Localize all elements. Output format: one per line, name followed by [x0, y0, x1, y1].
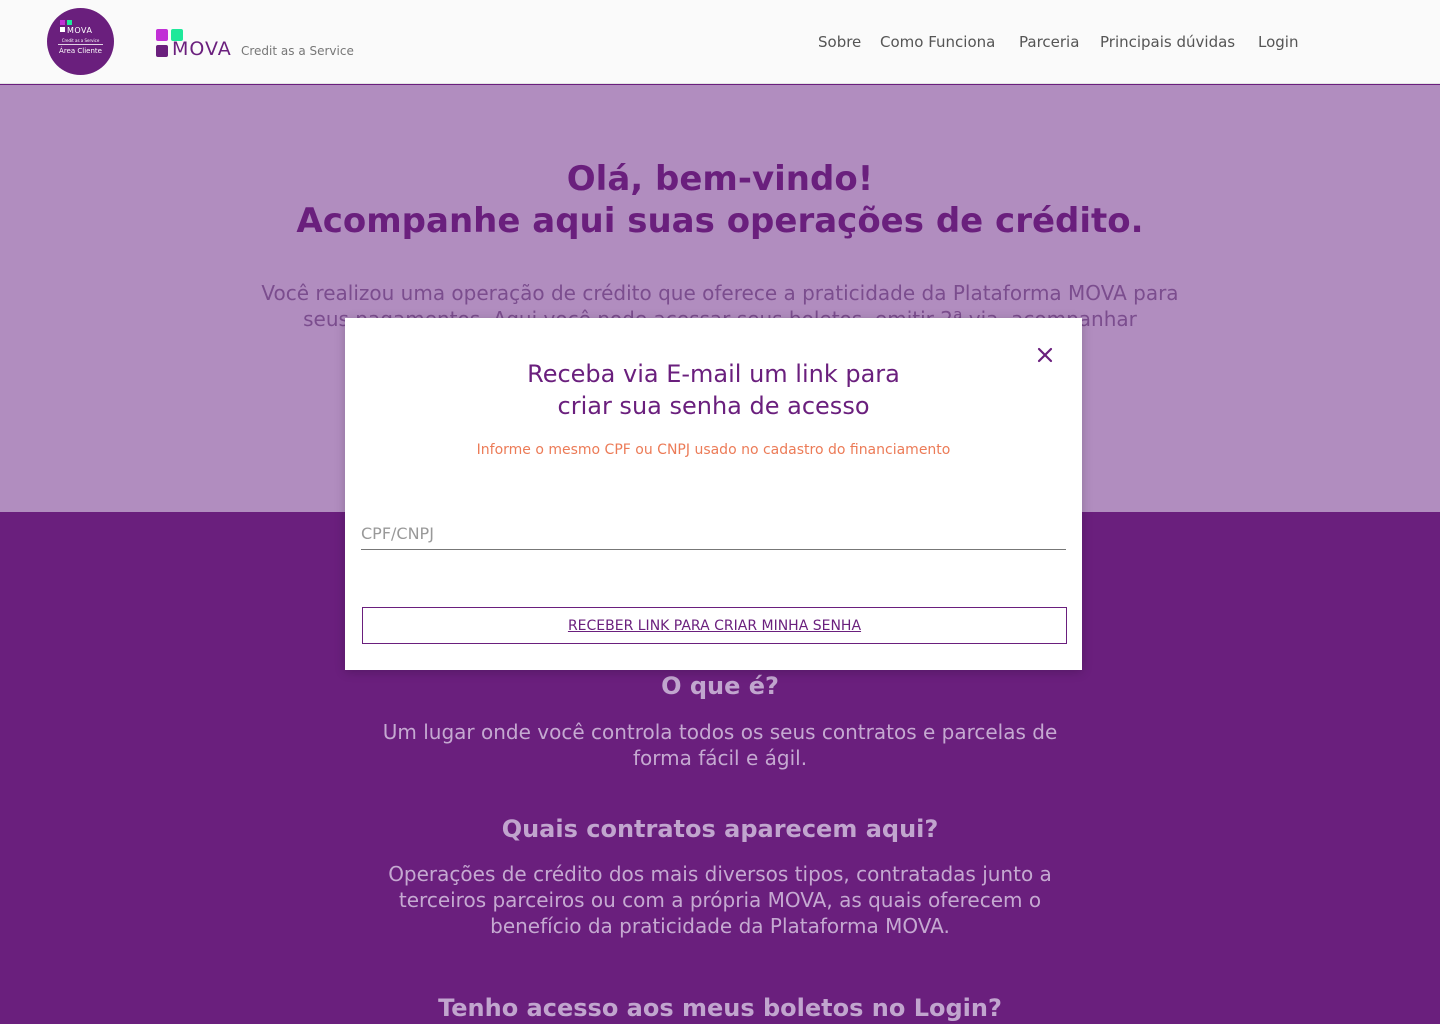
- receive-link-button[interactable]: RECEBER LINK PARA CRIAR MINHA SENHA: [362, 607, 1067, 644]
- nav-como-funciona[interactable]: Como Funciona: [880, 33, 995, 51]
- section-heading-o-que-e: O que é?: [661, 672, 779, 700]
- logo-square-icon: [60, 27, 65, 32]
- nav-parceria[interactable]: Parceria: [1019, 33, 1079, 51]
- section-heading-contratos: Quais contratos aparecem aqui?: [501, 815, 939, 843]
- area-cliente-badge[interactable]: MOVA Credit as a Service Área Cliente: [47, 8, 114, 75]
- password-link-modal: Receba via E-mail um link para criar sua…: [345, 318, 1082, 670]
- logo-tagline: Credit as a Service: [241, 44, 354, 58]
- nav-login[interactable]: Login: [1258, 33, 1298, 51]
- badge-area-label: Área Cliente: [59, 47, 102, 55]
- nav-principais-duvidas[interactable]: Principais dúvidas: [1100, 33, 1235, 51]
- logo-square-icon: [156, 29, 168, 41]
- section-text-contratos: Operações de crédito dos mais diversos t…: [388, 862, 1052, 938]
- logo-square-icon: [156, 45, 168, 57]
- badge-divider: [58, 44, 103, 45]
- hero-title: Olá, bem-vindo! Acompanhe aqui suas oper…: [0, 158, 1440, 242]
- cpf-cnpj-input[interactable]: [361, 518, 1066, 550]
- logo-square-icon: [67, 20, 72, 25]
- logo-square-icon: [60, 20, 65, 25]
- hero-title-line2: Acompanhe aqui suas operações de crédito…: [296, 201, 1144, 241]
- modal-title-line2: criar sua senha de acesso: [557, 392, 870, 420]
- badge-tagline: Credit as a Service: [61, 38, 100, 43]
- modal-hint: Informe o mesmo CPF ou CNPJ usado no cad…: [476, 442, 951, 458]
- section-heading-boletos: Tenho acesso aos meus boletos no Login?: [438, 994, 1002, 1022]
- logo-brand: MOVA: [172, 38, 232, 60]
- section-text-o-que-e: Um lugar onde você controla todos os seu…: [382, 720, 1058, 770]
- hero-title-line1: Olá, bem-vindo!: [566, 159, 874, 199]
- badge-brand: MOVA: [67, 26, 93, 35]
- site-header: MOVA Credit as a Service Área Cliente MO…: [0, 0, 1440, 84]
- nav-sobre[interactable]: Sobre: [818, 33, 861, 51]
- modal-title-line1: Receba via E-mail um link para: [527, 360, 900, 388]
